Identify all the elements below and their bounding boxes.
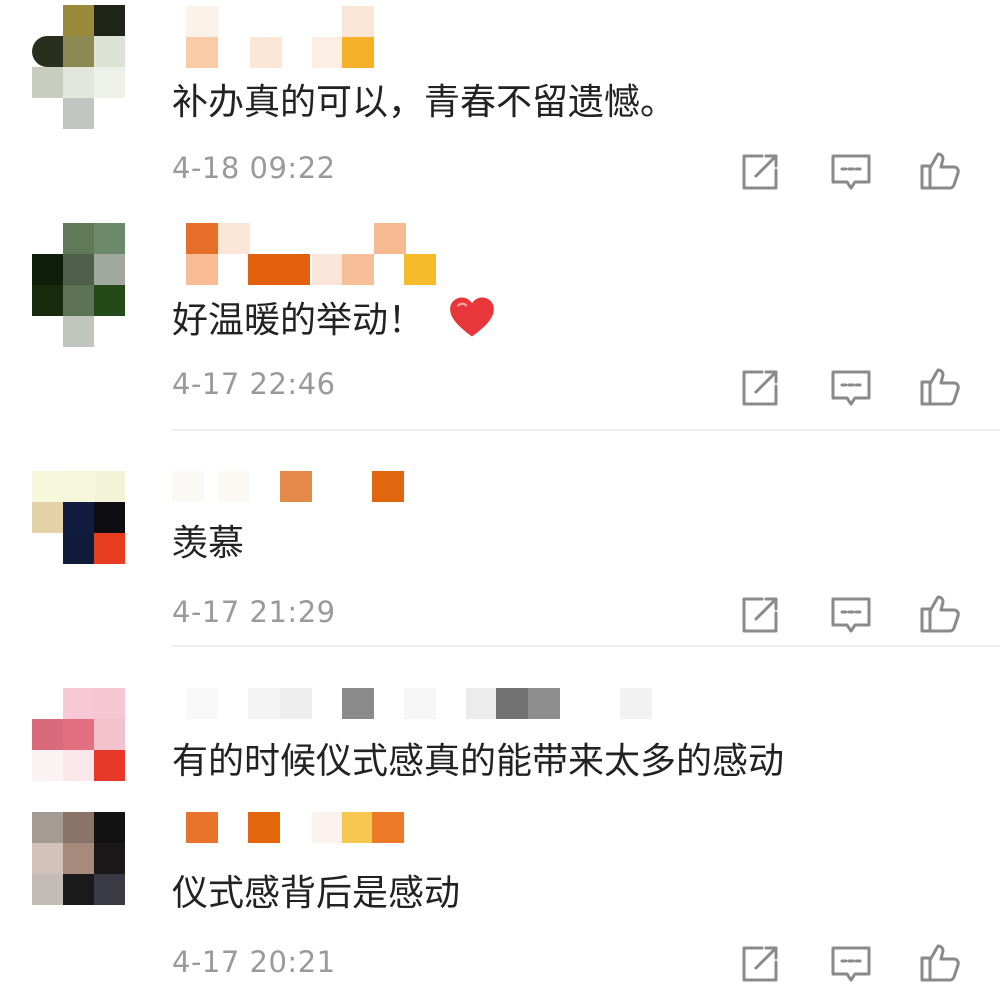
comment-bubble-icon xyxy=(831,946,871,982)
comment-time: 4-17 20:21 xyxy=(172,945,336,979)
like-button[interactable] xyxy=(918,591,962,635)
divider xyxy=(172,645,1000,647)
comment-text: 补办真的可以，青春不留遗憾。 xyxy=(172,82,677,123)
avatar[interactable] xyxy=(32,688,125,810)
username-obscured[interactable] xyxy=(172,6,472,70)
thumbs-up-icon xyxy=(920,595,960,633)
reply-button[interactable] xyxy=(829,593,873,637)
forward-button[interactable] xyxy=(738,366,782,410)
comment-time: 4-17 21:29 xyxy=(172,595,336,629)
comment-bubble-icon xyxy=(831,597,871,633)
avatar[interactable] xyxy=(32,5,125,129)
comment-text: 好温暖的举动！ xyxy=(172,296,495,343)
comment-bubble-icon xyxy=(831,154,871,190)
reply-button[interactable] xyxy=(829,150,873,194)
comment-text: 仪式感背后是感动 xyxy=(172,873,461,914)
comment-bubble-icon xyxy=(831,370,871,406)
divider xyxy=(172,429,1000,431)
avatar[interactable] xyxy=(32,223,125,347)
forward-button[interactable] xyxy=(738,593,782,637)
like-button[interactable] xyxy=(918,148,962,192)
forward-button[interactable] xyxy=(738,150,782,194)
reply-button[interactable] xyxy=(829,942,873,986)
like-button[interactable] xyxy=(918,940,962,984)
reply-button[interactable] xyxy=(829,366,873,410)
username-obscured[interactable] xyxy=(172,812,472,876)
avatar[interactable] xyxy=(32,812,125,934)
share-edit-icon xyxy=(742,154,778,190)
red-heart-emoji xyxy=(450,297,495,337)
forward-button[interactable] xyxy=(738,942,782,986)
username-obscured[interactable] xyxy=(172,223,472,287)
comment-time: 4-18 09:22 xyxy=(172,151,336,185)
thumbs-up-icon xyxy=(920,152,960,190)
share-edit-icon xyxy=(742,946,778,982)
comment-text-content: 好温暖的举动！ xyxy=(172,300,425,341)
thumbs-up-icon xyxy=(920,368,960,406)
avatar[interactable] xyxy=(32,471,125,593)
comment-time: 4-17 22:46 xyxy=(172,367,336,401)
share-edit-icon xyxy=(742,597,778,633)
like-button[interactable] xyxy=(918,364,962,408)
share-edit-icon xyxy=(742,370,778,406)
comment-text: 有的时候仪式感真的能带来太多的感动 xyxy=(172,741,785,782)
comment-text: 羡慕 xyxy=(172,523,245,564)
thumbs-up-icon xyxy=(920,944,960,982)
